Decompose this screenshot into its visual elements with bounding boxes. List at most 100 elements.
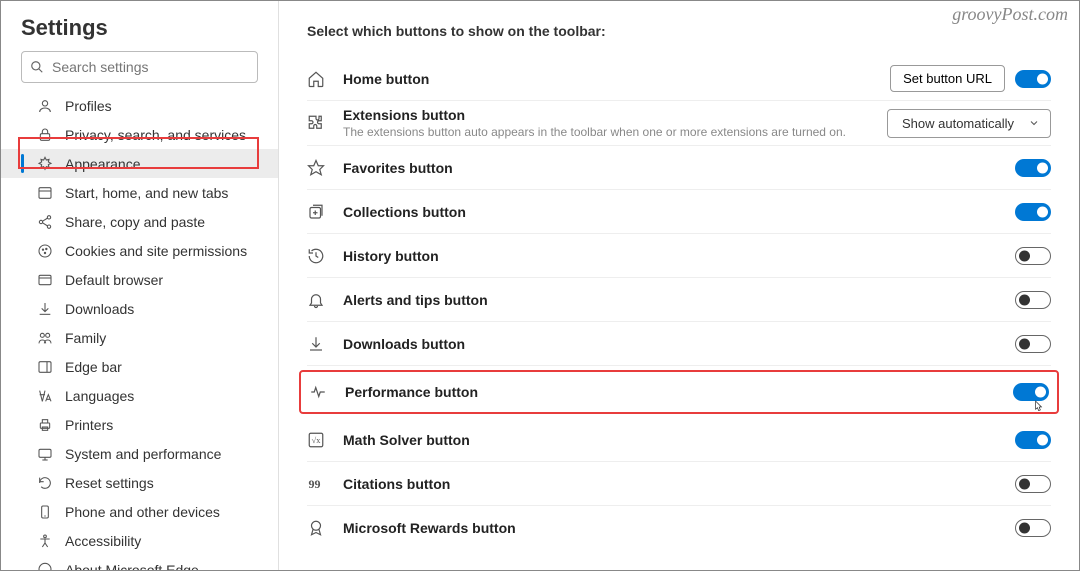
main-content: Select which buttons to show on the tool… — [279, 1, 1079, 570]
sidebar-item-label: System and performance — [65, 446, 221, 462]
sidebar-item-label: Reset settings — [65, 475, 154, 491]
svg-text:99: 99 — [309, 476, 321, 490]
settings-sidebar: Settings Profiles Privacy, search, and se… — [1, 1, 279, 570]
sidebar-item-cookies[interactable]: Cookies and site permissions — [1, 236, 278, 265]
section-title: Select which buttons to show on the tool… — [307, 23, 1051, 39]
page-title: Settings — [1, 15, 278, 51]
watermark: groovyPost.com — [952, 4, 1068, 25]
collections-icon — [307, 203, 325, 221]
system-icon — [37, 446, 53, 462]
profiles-icon — [37, 98, 53, 114]
sidebar-item-accessibility[interactable]: Accessibility — [1, 526, 278, 555]
alerts-icon — [307, 291, 325, 309]
sidebar-item-privacy[interactable]: Privacy, search, and services — [1, 120, 278, 149]
start-icon — [37, 185, 53, 201]
default-icon — [37, 272, 53, 288]
set-button-url-button[interactable]: Set button URL — [890, 65, 1005, 92]
languages-icon — [37, 388, 53, 404]
sidebar-item-edgebar[interactable]: Edge bar — [1, 352, 278, 381]
sidebar-item-profiles[interactable]: Profiles — [1, 91, 278, 120]
row-label: Favorites button — [343, 160, 1015, 176]
row-desc: The extensions button auto appears in th… — [343, 125, 887, 139]
performance-icon — [309, 383, 327, 401]
row-label: Collections button — [343, 204, 1015, 220]
citations-icon: 99 — [307, 475, 325, 493]
toolbar-row-extensions: Extensions button The extensions button a… — [307, 101, 1051, 146]
toggle[interactable] — [1015, 247, 1051, 265]
sidebar-item-label: Share, copy and paste — [65, 214, 205, 230]
toggle[interactable] — [1015, 431, 1051, 449]
extensions-dropdown[interactable]: Show automatically — [887, 109, 1051, 138]
cookies-icon — [37, 243, 53, 259]
phone-icon — [37, 504, 53, 520]
sidebar-item-appearance[interactable]: Appearance — [1, 149, 278, 178]
sidebar-item-downloads[interactable]: Downloads — [1, 294, 278, 323]
sidebar-item-label: About Microsoft Edge — [65, 562, 199, 571]
row-label: Performance button — [345, 384, 1013, 400]
edgebar-icon — [37, 359, 53, 375]
favorites-icon — [307, 159, 325, 177]
home-icon — [307, 70, 325, 88]
sidebar-item-start[interactable]: Start, home, and new tabs — [1, 178, 278, 207]
sidebar-item-label: Printers — [65, 417, 113, 433]
sidebar-item-label: Family — [65, 330, 106, 346]
sidebar-item-label: Appearance — [65, 156, 141, 172]
accessibility-icon — [37, 533, 53, 549]
row-label: Extensions button — [343, 107, 887, 123]
rewards-icon — [307, 519, 325, 537]
sidebar-item-printers[interactable]: Printers — [1, 410, 278, 439]
row-label: Citations button — [343, 476, 1015, 492]
sidebar-item-label: Default browser — [65, 272, 163, 288]
sidebar-item-label: Profiles — [65, 98, 112, 114]
toolbar-row-math: √x Math Solver button — [307, 418, 1051, 462]
toolbar-row-alerts: Alerts and tips button — [307, 278, 1051, 322]
svg-text:√x: √x — [312, 436, 322, 445]
sidebar-item-reset[interactable]: Reset settings — [1, 468, 278, 497]
search-icon — [30, 60, 44, 74]
toolbar-row-rewards: Microsoft Rewards button — [307, 506, 1051, 550]
sidebar-item-label: Start, home, and new tabs — [65, 185, 228, 201]
row-label: Downloads button — [343, 336, 1015, 352]
history-icon — [307, 247, 325, 265]
family-icon — [37, 330, 53, 346]
sidebar-item-share[interactable]: Share, copy and paste — [1, 207, 278, 236]
sidebar-item-label: Downloads — [65, 301, 134, 317]
toggle[interactable] — [1015, 475, 1051, 493]
share-icon — [37, 214, 53, 230]
row-label: Alerts and tips button — [343, 292, 1015, 308]
row-label: Microsoft Rewards button — [343, 520, 1015, 536]
row-label: Math Solver button — [343, 432, 1015, 448]
toggle[interactable] — [1015, 291, 1051, 309]
toggle[interactable] — [1015, 203, 1051, 221]
row-label: Home button — [343, 71, 890, 87]
search-settings-input[interactable] — [21, 51, 258, 83]
math-icon: √x — [307, 431, 325, 449]
toolbar-row-history: History button — [307, 234, 1051, 278]
sidebar-item-phone[interactable]: Phone and other devices — [1, 497, 278, 526]
toolbar-row-collections: Collections button — [307, 190, 1051, 234]
toolbar-row-dl: Downloads button — [307, 322, 1051, 366]
toolbar-row-favorites: Favorites button — [307, 146, 1051, 190]
row-label: History button — [343, 248, 1015, 264]
appearance-icon — [37, 156, 53, 172]
sidebar-item-label: Edge bar — [65, 359, 122, 375]
toggle[interactable] — [1015, 70, 1051, 88]
sidebar-item-label: Languages — [65, 388, 134, 404]
about-icon — [37, 562, 53, 571]
toggle[interactable] — [1015, 335, 1051, 353]
sidebar-item-default[interactable]: Default browser — [1, 265, 278, 294]
sidebar-item-label: Privacy, search, and services — [65, 127, 246, 143]
sidebar-item-family[interactable]: Family — [1, 323, 278, 352]
sidebar-item-languages[interactable]: Languages — [1, 381, 278, 410]
chevron-down-icon — [1028, 117, 1040, 129]
extensions-icon — [307, 114, 325, 132]
sidebar-item-system[interactable]: System and performance — [1, 439, 278, 468]
toggle[interactable] — [1013, 383, 1049, 401]
toggle[interactable] — [1015, 519, 1051, 537]
reset-icon — [37, 475, 53, 491]
sidebar-item-label: Phone and other devices — [65, 504, 220, 520]
toggle[interactable] — [1015, 159, 1051, 177]
sidebar-item-about[interactable]: About Microsoft Edge — [1, 555, 278, 570]
sidebar-item-label: Accessibility — [65, 533, 141, 549]
dl-icon — [307, 335, 325, 353]
